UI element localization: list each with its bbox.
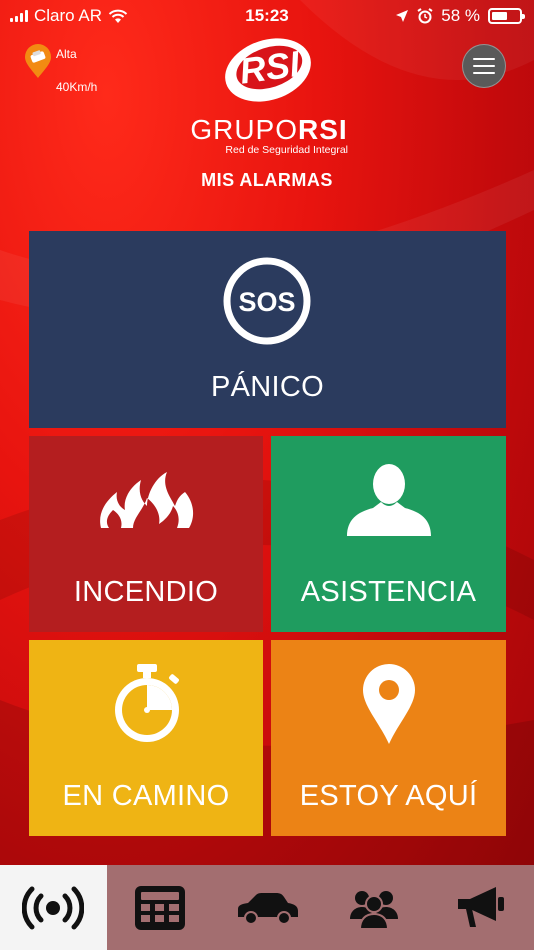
broadcast-icon [22, 886, 85, 929]
fire-label: INCENDIO [73, 576, 219, 608]
page-title: MIS ALARMAS [201, 170, 333, 190]
logo-name-prefix: GRUPO [190, 114, 298, 145]
hamburger-icon-line [473, 58, 495, 60]
fire-alarm-button[interactable]: INCENDIO [29, 436, 263, 632]
tab-calculator[interactable] [107, 865, 214, 950]
battery-percent: 58 % [441, 6, 480, 25]
car-icon [237, 892, 298, 925]
sos-icon: SOS [223, 257, 311, 345]
hamburger-icon-line [473, 65, 495, 67]
vehicle-pin-icon [25, 44, 51, 78]
calculator-icon [135, 885, 186, 930]
speed-value: 40Km/h [56, 80, 98, 94]
on-the-way-alarm-button[interactable]: EN CAMINO [29, 640, 263, 836]
panic-alarm-button[interactable]: SOS PÁNICO [29, 231, 506, 428]
tab-group[interactable] [320, 865, 427, 950]
assistance-alarm-button[interactable]: ASISTENCIA [271, 436, 506, 632]
logo-name-suffix: RSI [298, 114, 348, 145]
logo-mark-text: RSI [237, 43, 303, 92]
person-icon [347, 464, 431, 536]
tab-vehicle[interactable] [214, 865, 321, 950]
logo-name: GRUPORSI [184, 114, 354, 146]
status-bar: Claro AR 15:23 58 % [0, 0, 534, 32]
group-icon [349, 890, 398, 929]
speed-level: Alta [56, 47, 77, 61]
bottom-tab-bar [0, 865, 534, 950]
tab-alarms[interactable] [0, 865, 107, 950]
sos-icon-text: SOS [238, 287, 295, 317]
menu-button[interactable] [462, 44, 506, 88]
tab-announcements[interactable] [427, 865, 534, 950]
im-here-alarm-button[interactable]: ESTOY AQUÍ [271, 640, 506, 836]
megaphone-icon [457, 886, 504, 927]
fire-icon [100, 472, 194, 528]
logo-tagline: Red de Seguridad Integral [225, 144, 348, 156]
assistance-label: ASISTENCIA [300, 576, 477, 608]
on-the-way-label: EN CAMINO [62, 780, 230, 812]
stopwatch-icon [115, 664, 179, 742]
panic-label: PÁNICO [211, 371, 324, 403]
hamburger-icon-line [473, 72, 495, 74]
location-arrow-icon [396, 10, 409, 22]
rsi-logo-mark: RSI [225, 38, 311, 102]
alarm-clock-icon [417, 8, 433, 24]
grupo-rsi-logo: RSI GRUPORSI Red de Seguridad Integral [184, 30, 354, 160]
battery-icon [488, 8, 525, 24]
im-here-label: ESTOY AQUÍ [299, 780, 478, 812]
map-pin-icon [363, 664, 415, 744]
